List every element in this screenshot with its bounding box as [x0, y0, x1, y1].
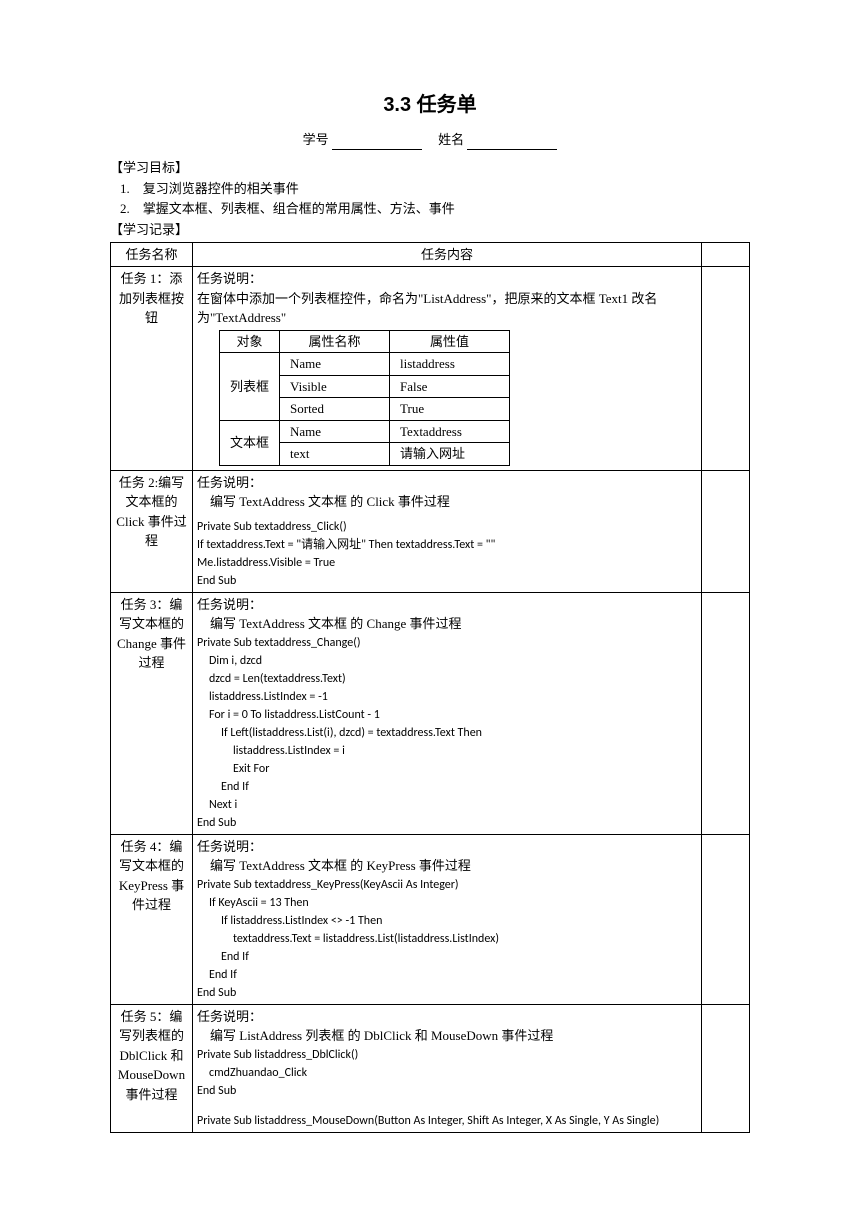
inner-h1: 对象 [220, 330, 280, 353]
task3-desc: 编写 TextAddress 文本框 的 Change 事件过程 [197, 614, 697, 634]
code-line: End If [197, 948, 697, 966]
code-line: End Sub [197, 984, 697, 1002]
task5-name: 任务 5：编写列表框的 DblClick 和 MouseDown 事件过程 [111, 1004, 193, 1132]
task3-content: 任务说明： 编写 TextAddress 文本框 的 Change 事件过程 P… [193, 592, 702, 834]
task1-content: 任务说明： 在窗体中添加一个列表框控件，命名为"ListAddress"，把原来… [193, 267, 702, 471]
inner-r1v: listaddress [390, 353, 510, 376]
xingming-blank[interactable] [467, 136, 557, 150]
doc-title: 3.3 任务单 [110, 90, 750, 120]
goal-2: 2. 掌握文本框、列表框、组合框的常用属性、方法、事件 [120, 199, 750, 219]
meta-line: 学号 姓名 [110, 130, 750, 150]
task2-desc-label: 任务说明： [197, 473, 697, 493]
code-line: Private Sub textaddress_KeyPress(KeyAsci… [197, 876, 697, 894]
task4-right [702, 834, 750, 1004]
task4-content: 任务说明： 编写 TextAddress 文本框 的 KeyPress 事件过程… [193, 834, 702, 1004]
col-header-blank [702, 242, 750, 267]
code-line: Dim i, dzcd [197, 652, 697, 670]
code-line: End If [197, 778, 697, 796]
col-header-content: 任务内容 [193, 242, 702, 267]
task5-desc-label: 任务说明： [197, 1007, 697, 1027]
code-line: If Left(listaddress.List(i), dzcd) = tex… [197, 724, 697, 742]
task1-inner-table: 对象 属性名称 属性值 列表框 Name listaddress Visible… [219, 330, 510, 466]
task3-desc-label: 任务说明： [197, 595, 697, 615]
code-line: Private Sub listaddress_DblClick() [197, 1046, 697, 1064]
inner-r5v: 请输入网址 [390, 443, 510, 466]
table-row: 任务 2:编写文本框的 Click 事件过程 任务说明： 编写 TextAddr… [111, 470, 750, 592]
code-line: If KeyAscii = 13 Then [197, 894, 697, 912]
inner-r3v: True [390, 398, 510, 421]
code-line: Next i [197, 796, 697, 814]
code-line: For i = 0 To listaddress.ListCount - 1 [197, 706, 697, 724]
inner-r4a: Name [280, 420, 390, 443]
xingming-label: 姓名 [438, 132, 464, 147]
inner-r1a: Name [280, 353, 390, 376]
code-line: End Sub [197, 1082, 697, 1100]
code-line: Private Sub textaddress_Change() [197, 634, 697, 652]
task5-right [702, 1004, 750, 1132]
inner-obj-list: 列表框 [220, 353, 280, 421]
code-line: End If [197, 966, 697, 984]
col-header-name: 任务名称 [111, 242, 193, 267]
goal-1: 1. 复习浏览器控件的相关事件 [120, 179, 750, 199]
task1-desc-label: 任务说明： [197, 269, 697, 289]
code-line: cmdZhuandao_Click [197, 1064, 697, 1082]
task5-desc: 编写 ListAddress 列表框 的 DblClick 和 MouseDow… [197, 1026, 697, 1046]
table-row: 任务 3：编写文本框的 Change 事件过程 任务说明： 编写 TextAdd… [111, 592, 750, 834]
inner-h3: 属性值 [390, 330, 510, 353]
inner-obj-text: 文本框 [220, 420, 280, 465]
task1-right [702, 267, 750, 471]
inner-r5a: text [280, 443, 390, 466]
code-line: End Sub [197, 814, 697, 832]
task4-desc-label: 任务说明： [197, 837, 697, 857]
task2-desc: 编写 TextAddress 文本框 的 Click 事件过程 [197, 492, 697, 512]
code-line: Private Sub textaddress_Click() [197, 518, 697, 536]
inner-h2: 属性名称 [280, 330, 390, 353]
record-heading: 【学习记录】 [110, 220, 750, 240]
code-line: dzcd = Len(textaddress.Text) [197, 670, 697, 688]
task2-right [702, 470, 750, 592]
inner-r4v: Textaddress [390, 420, 510, 443]
code-line: listaddress.ListIndex = i [197, 742, 697, 760]
code-line: End Sub [197, 572, 697, 590]
inner-r3a: Sorted [280, 398, 390, 421]
task5-content: 任务说明： 编写 ListAddress 列表框 的 DblClick 和 Mo… [193, 1004, 702, 1132]
goals-heading: 【学习目标】 [110, 158, 750, 178]
table-row: 任务 5：编写列表框的 DblClick 和 MouseDown 事件过程 任务… [111, 1004, 750, 1132]
code-line: listaddress.ListIndex = -1 [197, 688, 697, 706]
task2-name: 任务 2:编写文本框的 Click 事件过程 [111, 470, 193, 592]
task1-name: 任务 1：添加列表框按钮 [111, 267, 193, 471]
xuehao-blank[interactable] [332, 136, 422, 150]
code-line: textaddress.Text = listaddress.List(list… [197, 930, 697, 948]
inner-r2a: Visible [280, 375, 390, 398]
code-line: If listaddress.ListIndex <> -1 Then [197, 912, 697, 930]
table-row: 任务 1：添加列表框按钮 任务说明： 在窗体中添加一个列表框控件，命名为"Lis… [111, 267, 750, 471]
code-line: If textaddress.Text = "请输入网址" Then texta… [197, 536, 697, 554]
task3-right [702, 592, 750, 834]
task3-name: 任务 3：编写文本框的 Change 事件过程 [111, 592, 193, 834]
task4-name: 任务 4：编写文本框的 KeyPress 事件过程 [111, 834, 193, 1004]
main-table: 任务名称 任务内容 任务 1：添加列表框按钮 任务说明： 在窗体中添加一个列表框… [110, 242, 750, 1133]
task1-desc: 在窗体中添加一个列表框控件，命名为"ListAddress"，把原来的文本框 T… [197, 289, 697, 328]
table-row: 任务 4：编写文本框的 KeyPress 事件过程 任务说明： 编写 TextA… [111, 834, 750, 1004]
code-line: Private Sub listaddress_MouseDown(Button… [197, 1112, 697, 1130]
code-line: Me.listaddress.Visible = True [197, 554, 697, 572]
task4-desc: 编写 TextAddress 文本框 的 KeyPress 事件过程 [197, 856, 697, 876]
code-line: Exit For [197, 760, 697, 778]
inner-r2v: False [390, 375, 510, 398]
xuehao-label: 学号 [303, 132, 329, 147]
task2-content: 任务说明： 编写 TextAddress 文本框 的 Click 事件过程 Pr… [193, 470, 702, 592]
